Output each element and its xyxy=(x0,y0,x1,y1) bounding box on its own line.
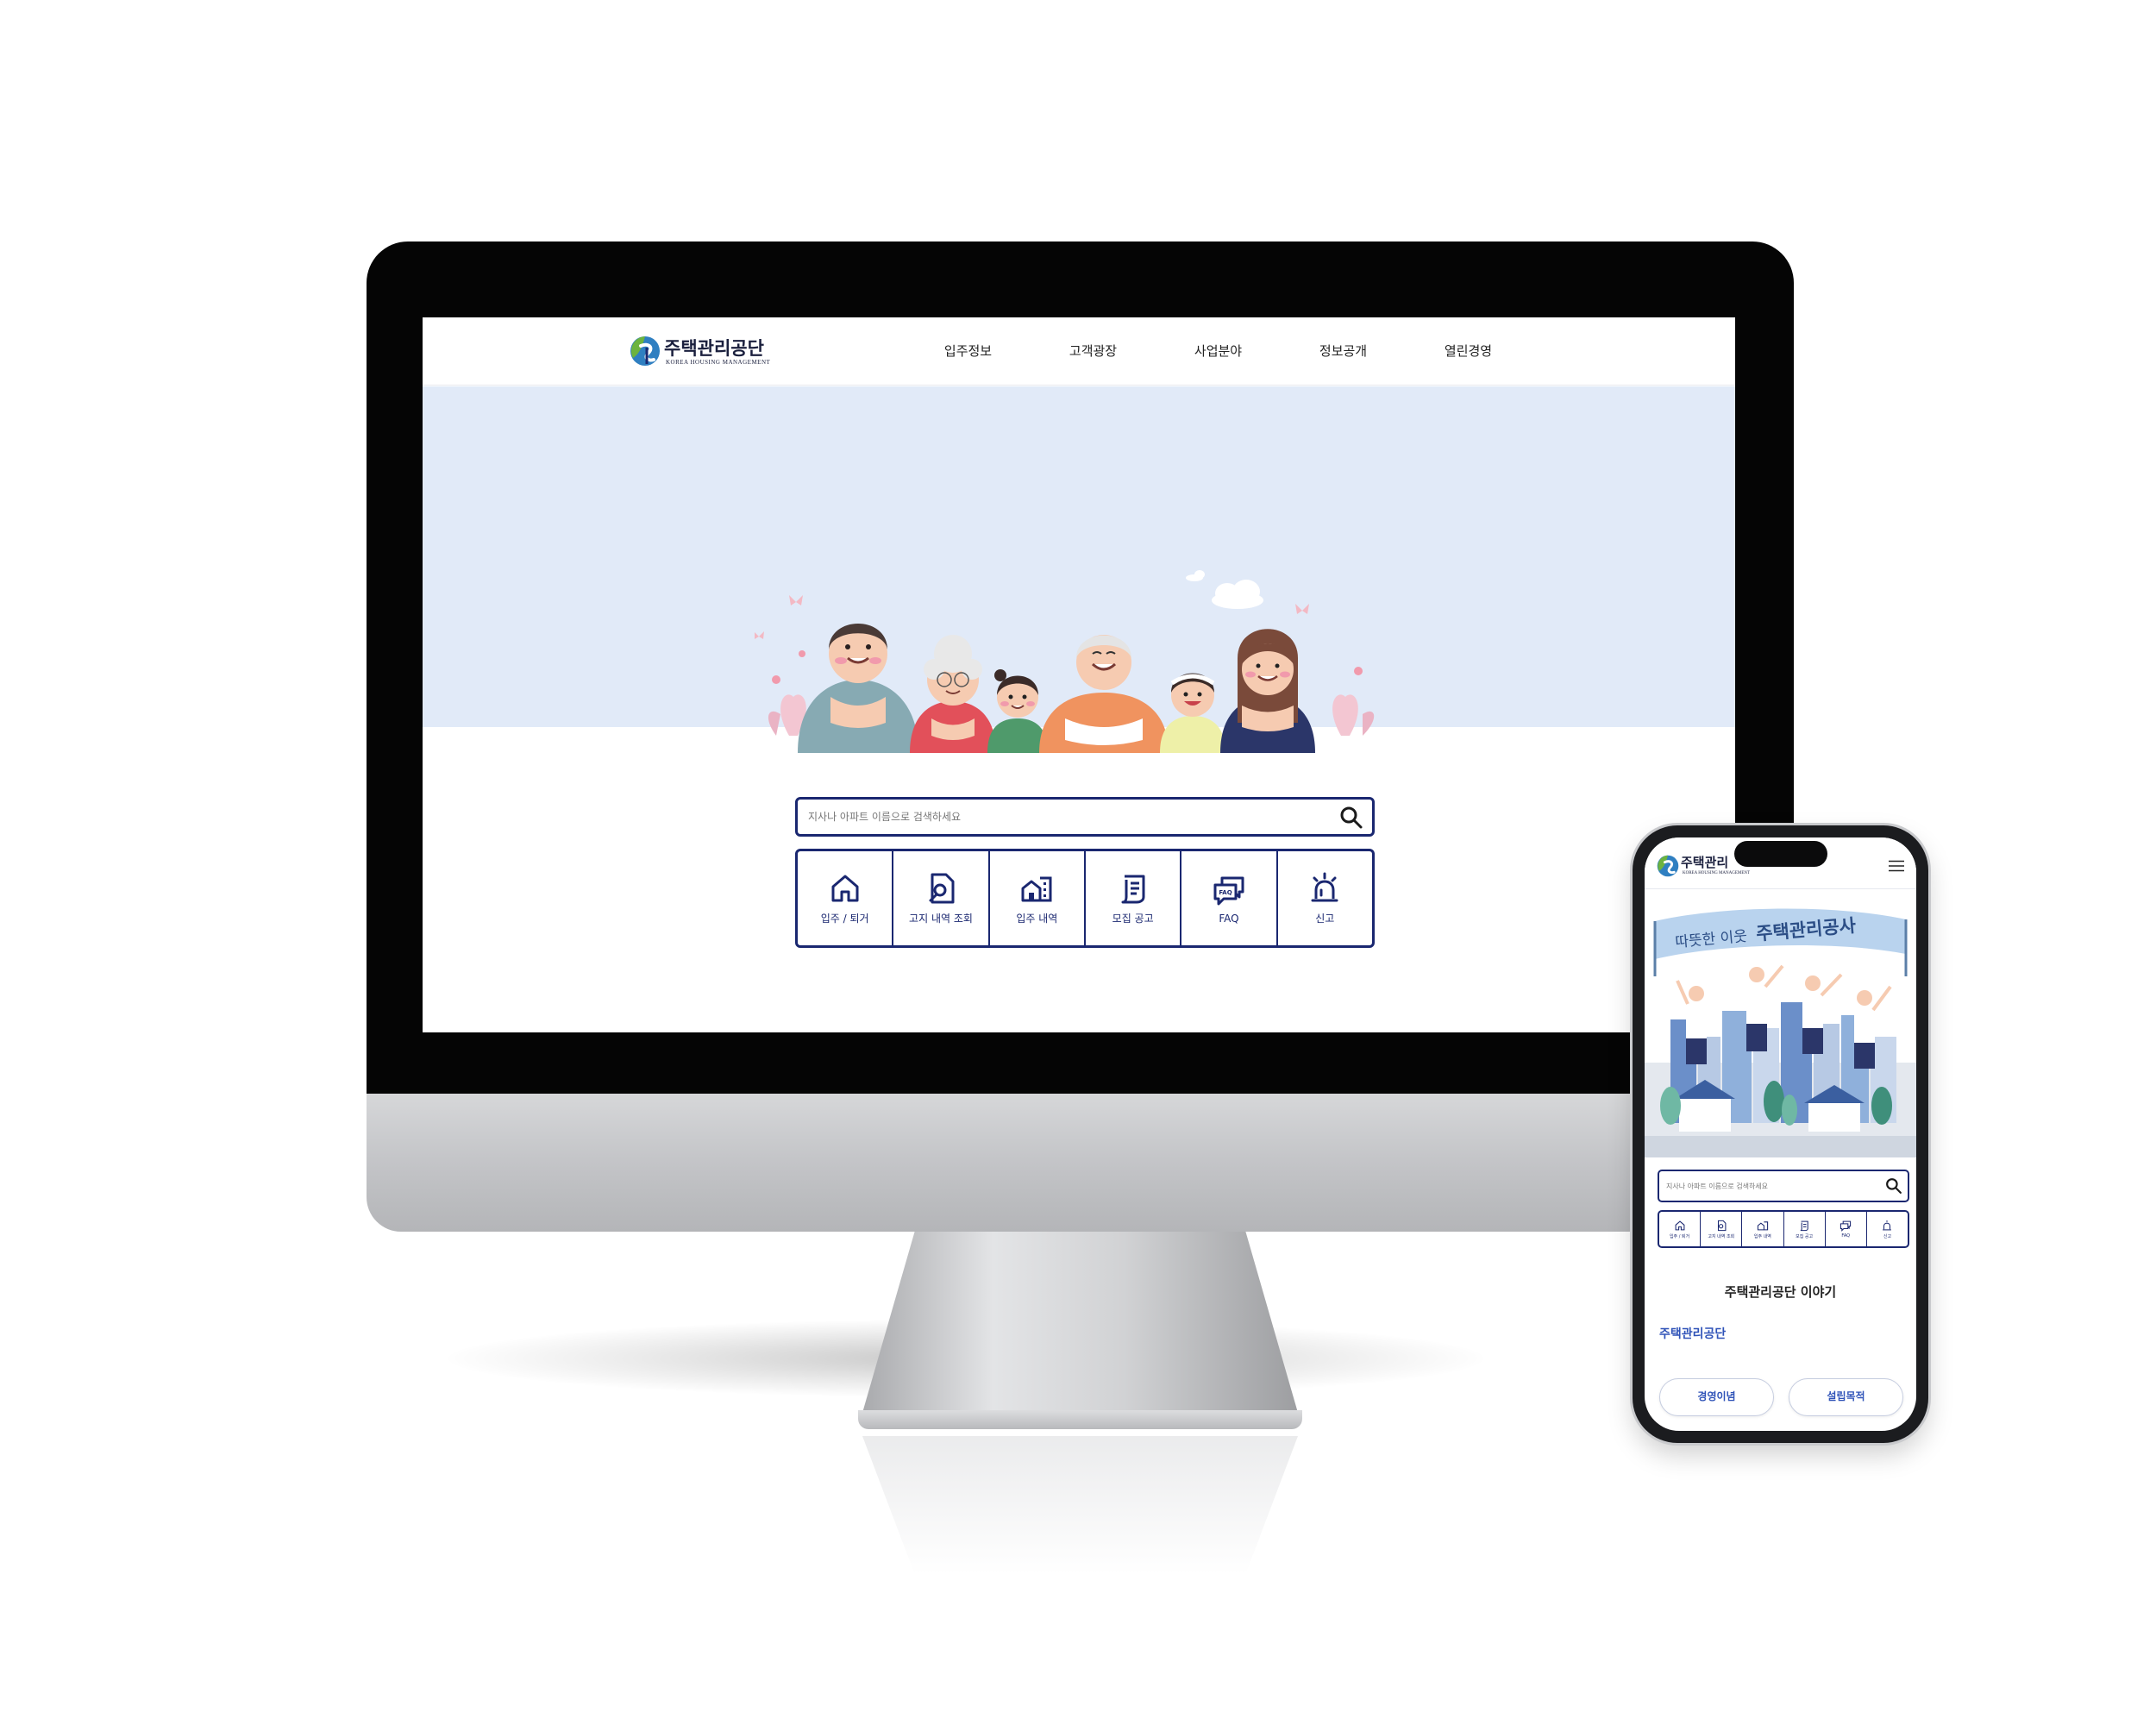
mobile-logo-title: 주택관리 xyxy=(1681,855,1729,870)
house-icon xyxy=(831,875,859,902)
faq-icon-text: FAQ xyxy=(1219,889,1232,896)
phone-screen: 주택관리 KOREA HOUSING MANAGEMENT 따뜻한 이웃 주택관… xyxy=(1645,837,1916,1431)
search-input[interactable] xyxy=(808,800,1326,834)
quick-label: 입주 내역 xyxy=(1016,913,1058,925)
mobile-section-title: 주택관리공단 이야기 xyxy=(1724,1284,1837,1300)
mobile-quick-bill-lookup[interactable]: 고지 내역 조회 xyxy=(1701,1212,1743,1246)
quick-report[interactable]: 신고 xyxy=(1278,851,1372,945)
nav-item-open-management[interactable]: 열린경영 xyxy=(1406,317,1531,386)
quick-label: 입주 / 퇴거 xyxy=(820,913,869,925)
grandma-figure xyxy=(910,635,996,753)
imac-reflection xyxy=(862,1436,1298,1574)
logo-title: 주택관리공단 xyxy=(664,338,764,359)
quick-recruitment[interactable]: 모집 공고 xyxy=(1086,851,1182,945)
mobile-quick-faq[interactable]: FAQ xyxy=(1826,1212,1867,1246)
house-icon xyxy=(1675,1220,1685,1230)
quick-label: 고지 내역 조회 xyxy=(909,913,973,925)
nav-item-move-in-info[interactable]: 입주정보 xyxy=(906,317,1031,386)
search-icon[interactable] xyxy=(1885,1177,1902,1195)
hamburger-menu-icon[interactable] xyxy=(1889,860,1904,872)
family-illustration xyxy=(755,570,1375,753)
mobile-quick-label: 모집 공고 xyxy=(1796,1233,1814,1239)
mobile-search-input[interactable] xyxy=(1666,1171,1882,1201)
search-icon[interactable] xyxy=(1339,806,1363,830)
logo-subtitle: KOREA HOUSING MANAGEMENT xyxy=(666,359,771,366)
search-bar xyxy=(795,797,1375,837)
imac-base xyxy=(858,1410,1302,1429)
nav-item-business[interactable]: 사업분야 xyxy=(1156,317,1281,386)
quick-faq[interactable]: FAQ FAQ xyxy=(1181,851,1278,945)
mockup-stage: 주택관리공단 KOREA HOUSING MANAGEMENT 입주정보 고객광… xyxy=(0,0,2156,1725)
mobile-pill-management-philosophy[interactable]: 경영이념 xyxy=(1659,1378,1774,1416)
notice-scroll-icon xyxy=(1121,875,1145,904)
quick-label: 신고 xyxy=(1315,913,1335,925)
mobile-quick-move-in-out[interactable]: 입주 / 퇴거 xyxy=(1659,1212,1702,1246)
quick-label: 모집 공고 xyxy=(1112,913,1154,925)
buildings-icon xyxy=(1021,876,1052,902)
quick-move-in-out[interactable]: 입주 / 퇴거 xyxy=(798,851,894,945)
mobile-quick-recruitment[interactable]: 모집 공고 xyxy=(1784,1212,1826,1246)
document-search-icon xyxy=(929,873,955,904)
site-header: 주택관리공단 KOREA HOUSING MANAGEMENT 입주정보 고객광… xyxy=(423,317,1735,386)
mobile-pill-founding-purpose[interactable]: 설립목적 xyxy=(1789,1378,1903,1416)
mobile-quick-label: 신고 xyxy=(1883,1233,1892,1239)
desktop-screen: 주택관리공단 KOREA HOUSING MANAGEMENT 입주정보 고객광… xyxy=(423,317,1735,1032)
mobile-quick-label: FAQ xyxy=(1841,1233,1851,1239)
notice-scroll-icon xyxy=(1800,1220,1808,1231)
main-nav: 입주정보 고객광장 사업분야 정보공개 열린경영 xyxy=(906,317,1531,386)
phone-notch xyxy=(1734,841,1827,867)
mobile-quick-report[interactable]: 신고 xyxy=(1867,1212,1908,1246)
quick-label: FAQ xyxy=(1219,912,1239,925)
faq-chat-icon: FAQ xyxy=(1213,876,1244,905)
mom-figure xyxy=(1220,629,1315,753)
imac-chin xyxy=(367,1094,1794,1232)
site-logo[interactable]: 주택관리공단 KOREA HOUSING MANAGEMENT xyxy=(630,333,793,371)
quick-menu: 입주 / 퇴거 고지 내역 조회 입주 내역 모집 공고 FAQ FAQ 신고 xyxy=(795,849,1375,948)
mobile-section-subtitle[interactable]: 주택관리공단 xyxy=(1659,1325,1726,1342)
imac-stand xyxy=(862,1232,1298,1413)
mobile-logo-subtitle: KOREA HOUSING MANAGEMENT xyxy=(1683,871,1751,875)
mobile-search-bar xyxy=(1658,1170,1909,1202)
faq-chat-icon xyxy=(1840,1220,1852,1232)
mobile-hero-illustration: 따뜻한 이웃 주택관리공사 xyxy=(1645,890,1916,1157)
quick-move-in-history[interactable]: 입주 내역 xyxy=(990,851,1086,945)
document-search-icon xyxy=(1717,1220,1727,1231)
mobile-quick-label: 고지 내역 조회 xyxy=(1708,1233,1735,1239)
mobile-quick-menu: 입주 / 퇴거 고지 내역 조회 입주 내역 모집 공고 FAQ 신고 xyxy=(1658,1210,1909,1248)
nav-item-disclosure[interactable]: 정보공개 xyxy=(1281,317,1406,386)
logo-mark-icon xyxy=(630,336,660,366)
nav-item-customer-plaza[interactable]: 고객광장 xyxy=(1031,317,1156,386)
quick-bill-lookup[interactable]: 고지 내역 조회 xyxy=(893,851,990,945)
girl-figure xyxy=(987,669,1048,753)
cloud-icon xyxy=(1186,570,1263,609)
phone-mockup: 주택관리 KOREA HOUSING MANAGEMENT 따뜻한 이웃 주택관… xyxy=(1633,825,1928,1443)
mobile-quick-label: 입주 내역 xyxy=(1753,1233,1771,1239)
grandpa-figure xyxy=(1039,635,1169,753)
mobile-quick-label: 입주 / 퇴거 xyxy=(1669,1233,1690,1239)
buildings-icon xyxy=(1757,1220,1769,1230)
mobile-quick-move-in-history[interactable]: 입주 내역 xyxy=(1742,1212,1784,1246)
boy-figure xyxy=(1160,673,1225,753)
logo-mark-icon[interactable] xyxy=(1657,855,1679,877)
siren-icon xyxy=(1311,872,1338,902)
siren-icon xyxy=(1883,1220,1892,1230)
dad-figure xyxy=(798,624,918,753)
